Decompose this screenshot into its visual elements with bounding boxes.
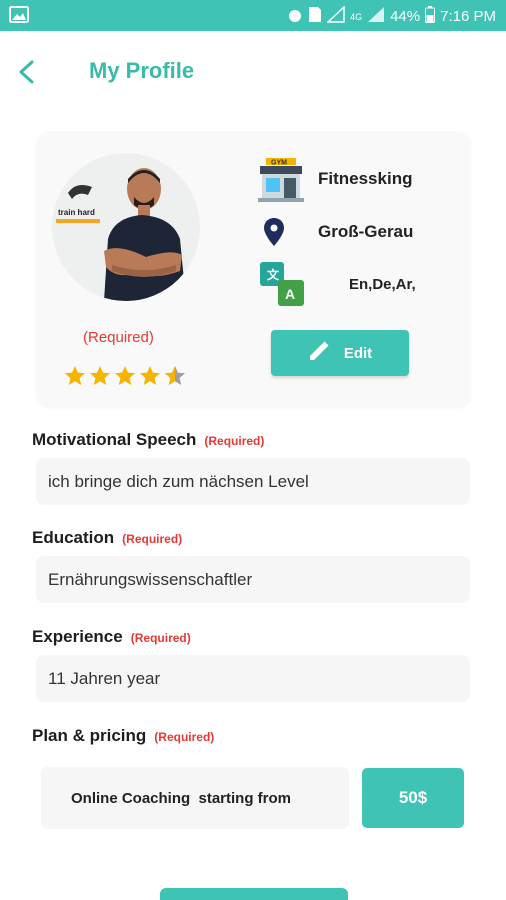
motivational-label: Motivational Speech (Required) — [32, 430, 264, 450]
education-label-text: Education — [32, 528, 115, 547]
signal-icon — [326, 5, 345, 27]
plan-label-text: Plan & pricing — [32, 726, 147, 745]
svg-text:train hard: train hard — [58, 208, 95, 217]
gym-icon: GYM — [258, 158, 304, 207]
signal-icon — [367, 6, 385, 27]
svg-text:文: 文 — [267, 267, 280, 282]
image-icon — [9, 6, 29, 28]
required-tag: (Required) — [122, 532, 183, 546]
half-star-icon — [165, 366, 185, 385]
pencil-icon — [308, 340, 330, 366]
edit-label: Edit — [343, 344, 373, 362]
star-icon — [65, 366, 85, 385]
battery-percent: 44% — [390, 8, 421, 25]
alarm-icon — [287, 7, 303, 27]
avatar[interactable]: train hard — [52, 153, 200, 301]
required-tag: (Required) — [130, 631, 191, 645]
languages-text: En,De,Ar, — [349, 276, 416, 293]
clock: 7:16 PM — [440, 8, 496, 25]
save-button[interactable] — [160, 888, 348, 900]
back-arrow-icon[interactable] — [14, 57, 42, 87]
sim-icon — [308, 6, 322, 27]
required-tag: (Required) — [154, 730, 215, 744]
page-title: My Profile — [89, 58, 195, 83]
gym-name: Fitnessking — [318, 169, 413, 188]
location-text: Groß-Gerau — [318, 222, 414, 241]
svg-text:GYM: GYM — [271, 160, 287, 167]
plan-label: Plan & pricing (Required) — [32, 726, 214, 746]
education-field[interactable]: Ernährungswissenschaftler — [36, 556, 470, 603]
education-label: Education (Required) — [32, 528, 182, 548]
star-icon — [115, 366, 135, 385]
star-icon — [90, 366, 110, 385]
location-pin-icon — [264, 218, 284, 251]
price-button[interactable]: 50$ — [362, 768, 464, 828]
battery-icon — [425, 6, 436, 27]
status-bar: 4G 44% 7:16 PM — [0, 0, 506, 31]
required-tag: (Required) — [204, 434, 265, 448]
star-icon — [140, 366, 160, 385]
rating-stars — [63, 364, 187, 388]
experience-field[interactable]: 11 Jahren year — [36, 655, 470, 702]
translate-icon: 文 A — [260, 262, 304, 311]
network-type-label: 4G — [350, 11, 363, 22]
plan-offer[interactable]: Online Coaching starting from — [41, 767, 349, 829]
required-note: (Required) — [83, 329, 154, 346]
edit-button[interactable]: Edit — [271, 330, 409, 376]
svg-text:A: A — [285, 286, 295, 302]
motivational-field[interactable]: ich bringe dich zum nächsen Level — [36, 458, 470, 505]
experience-label: Experience (Required) — [32, 627, 191, 647]
experience-label-text: Experience — [32, 627, 123, 646]
motivational-label-text: Motivational Speech — [32, 430, 197, 449]
app-header: My Profile — [0, 31, 506, 109]
